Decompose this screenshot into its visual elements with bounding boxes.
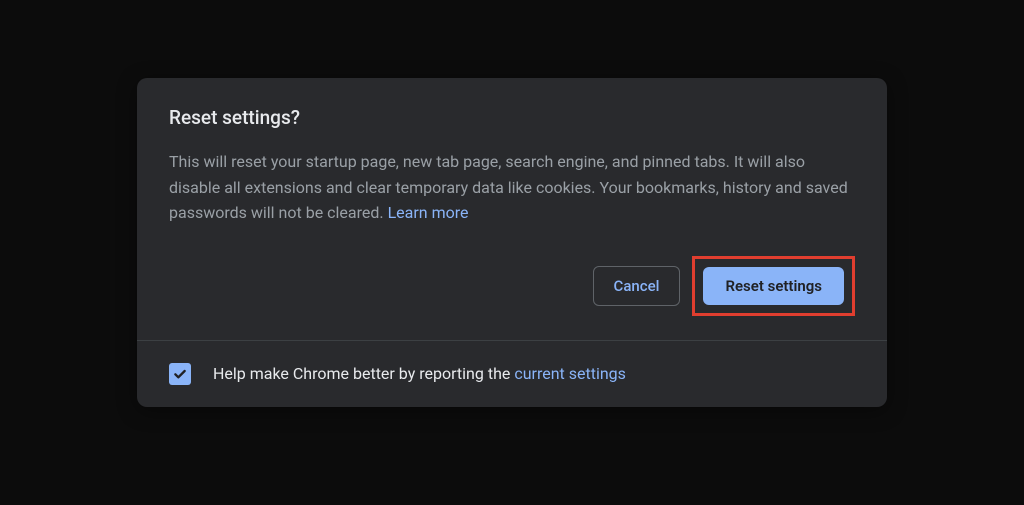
reset-settings-button[interactable]: Reset settings	[703, 267, 844, 305]
checkmark-icon	[172, 366, 188, 382]
highlight-box: Reset settings	[692, 256, 855, 316]
reset-settings-dialog: Reset settings? This will reset your sta…	[137, 78, 887, 407]
current-settings-link[interactable]: current settings	[514, 364, 626, 383]
report-settings-checkbox[interactable]	[169, 363, 191, 385]
dialog-main: Reset settings? This will reset your sta…	[137, 78, 887, 340]
dialog-footer: Help make Chrome better by reporting the…	[137, 340, 887, 407]
dialog-actions: Cancel Reset settings	[169, 256, 855, 316]
footer-text: Help make Chrome better by reporting the…	[213, 364, 626, 383]
footer-text-prefix: Help make Chrome better by reporting the	[213, 364, 514, 383]
dialog-body-text: This will reset your startup page, new t…	[169, 152, 848, 222]
cancel-button[interactable]: Cancel	[593, 266, 681, 306]
learn-more-link[interactable]: Learn more	[388, 203, 469, 222]
dialog-title: Reset settings?	[169, 106, 855, 129]
dialog-body: This will reset your startup page, new t…	[169, 149, 855, 226]
